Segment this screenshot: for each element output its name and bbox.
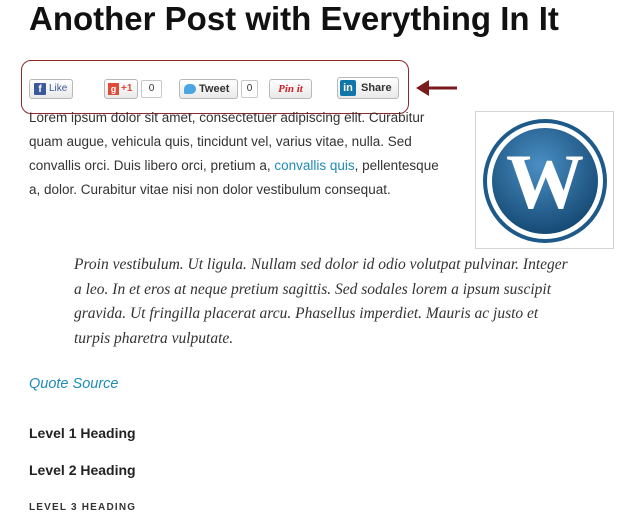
left-arrow-icon xyxy=(416,80,457,96)
heading-level-2: Level 2 Heading xyxy=(29,462,136,478)
pin-it-label: Pin it xyxy=(278,83,303,95)
facebook-like-label: Like xyxy=(49,83,68,94)
pin-it-button[interactable]: Pin it xyxy=(269,79,312,99)
quote-source-link[interactable]: Quote Source xyxy=(29,376,118,392)
blockquote: Proin vestibulum. Ut ligula. Nullam sed … xyxy=(74,256,568,347)
heading-level-3: Level 3 Heading xyxy=(29,502,137,513)
post-title: Another Post with Everything In It xyxy=(29,0,559,37)
google-plus-count: 0 xyxy=(141,80,162,98)
post-image: W xyxy=(475,111,614,249)
google-plus-button[interactable]: g +1 xyxy=(104,79,138,99)
convallis-quis-link[interactable]: convallis quis xyxy=(274,158,354,173)
tweet-button[interactable]: Tweet xyxy=(179,79,238,99)
linkedin-icon: in xyxy=(340,80,356,96)
facebook-like-button[interactable]: f Like xyxy=(29,79,73,99)
svg-text:W: W xyxy=(506,138,584,225)
google-plus-label: +1 xyxy=(121,83,133,94)
tweet-label: Tweet xyxy=(199,83,230,95)
linkedin-share-button[interactable]: in Share xyxy=(337,77,399,99)
google-plus-icon: g xyxy=(108,83,119,95)
linkedin-share-label: Share xyxy=(361,82,392,94)
post-paragraph: Lorem ipsum dolor sit amet, consectetuer… xyxy=(29,106,449,202)
twitter-bird-icon xyxy=(184,84,196,94)
wordpress-logo-icon: W xyxy=(483,119,607,243)
facebook-icon: f xyxy=(34,83,46,95)
tweet-count: 0 xyxy=(241,80,258,98)
heading-level-1: Level 1 Heading xyxy=(29,425,136,441)
